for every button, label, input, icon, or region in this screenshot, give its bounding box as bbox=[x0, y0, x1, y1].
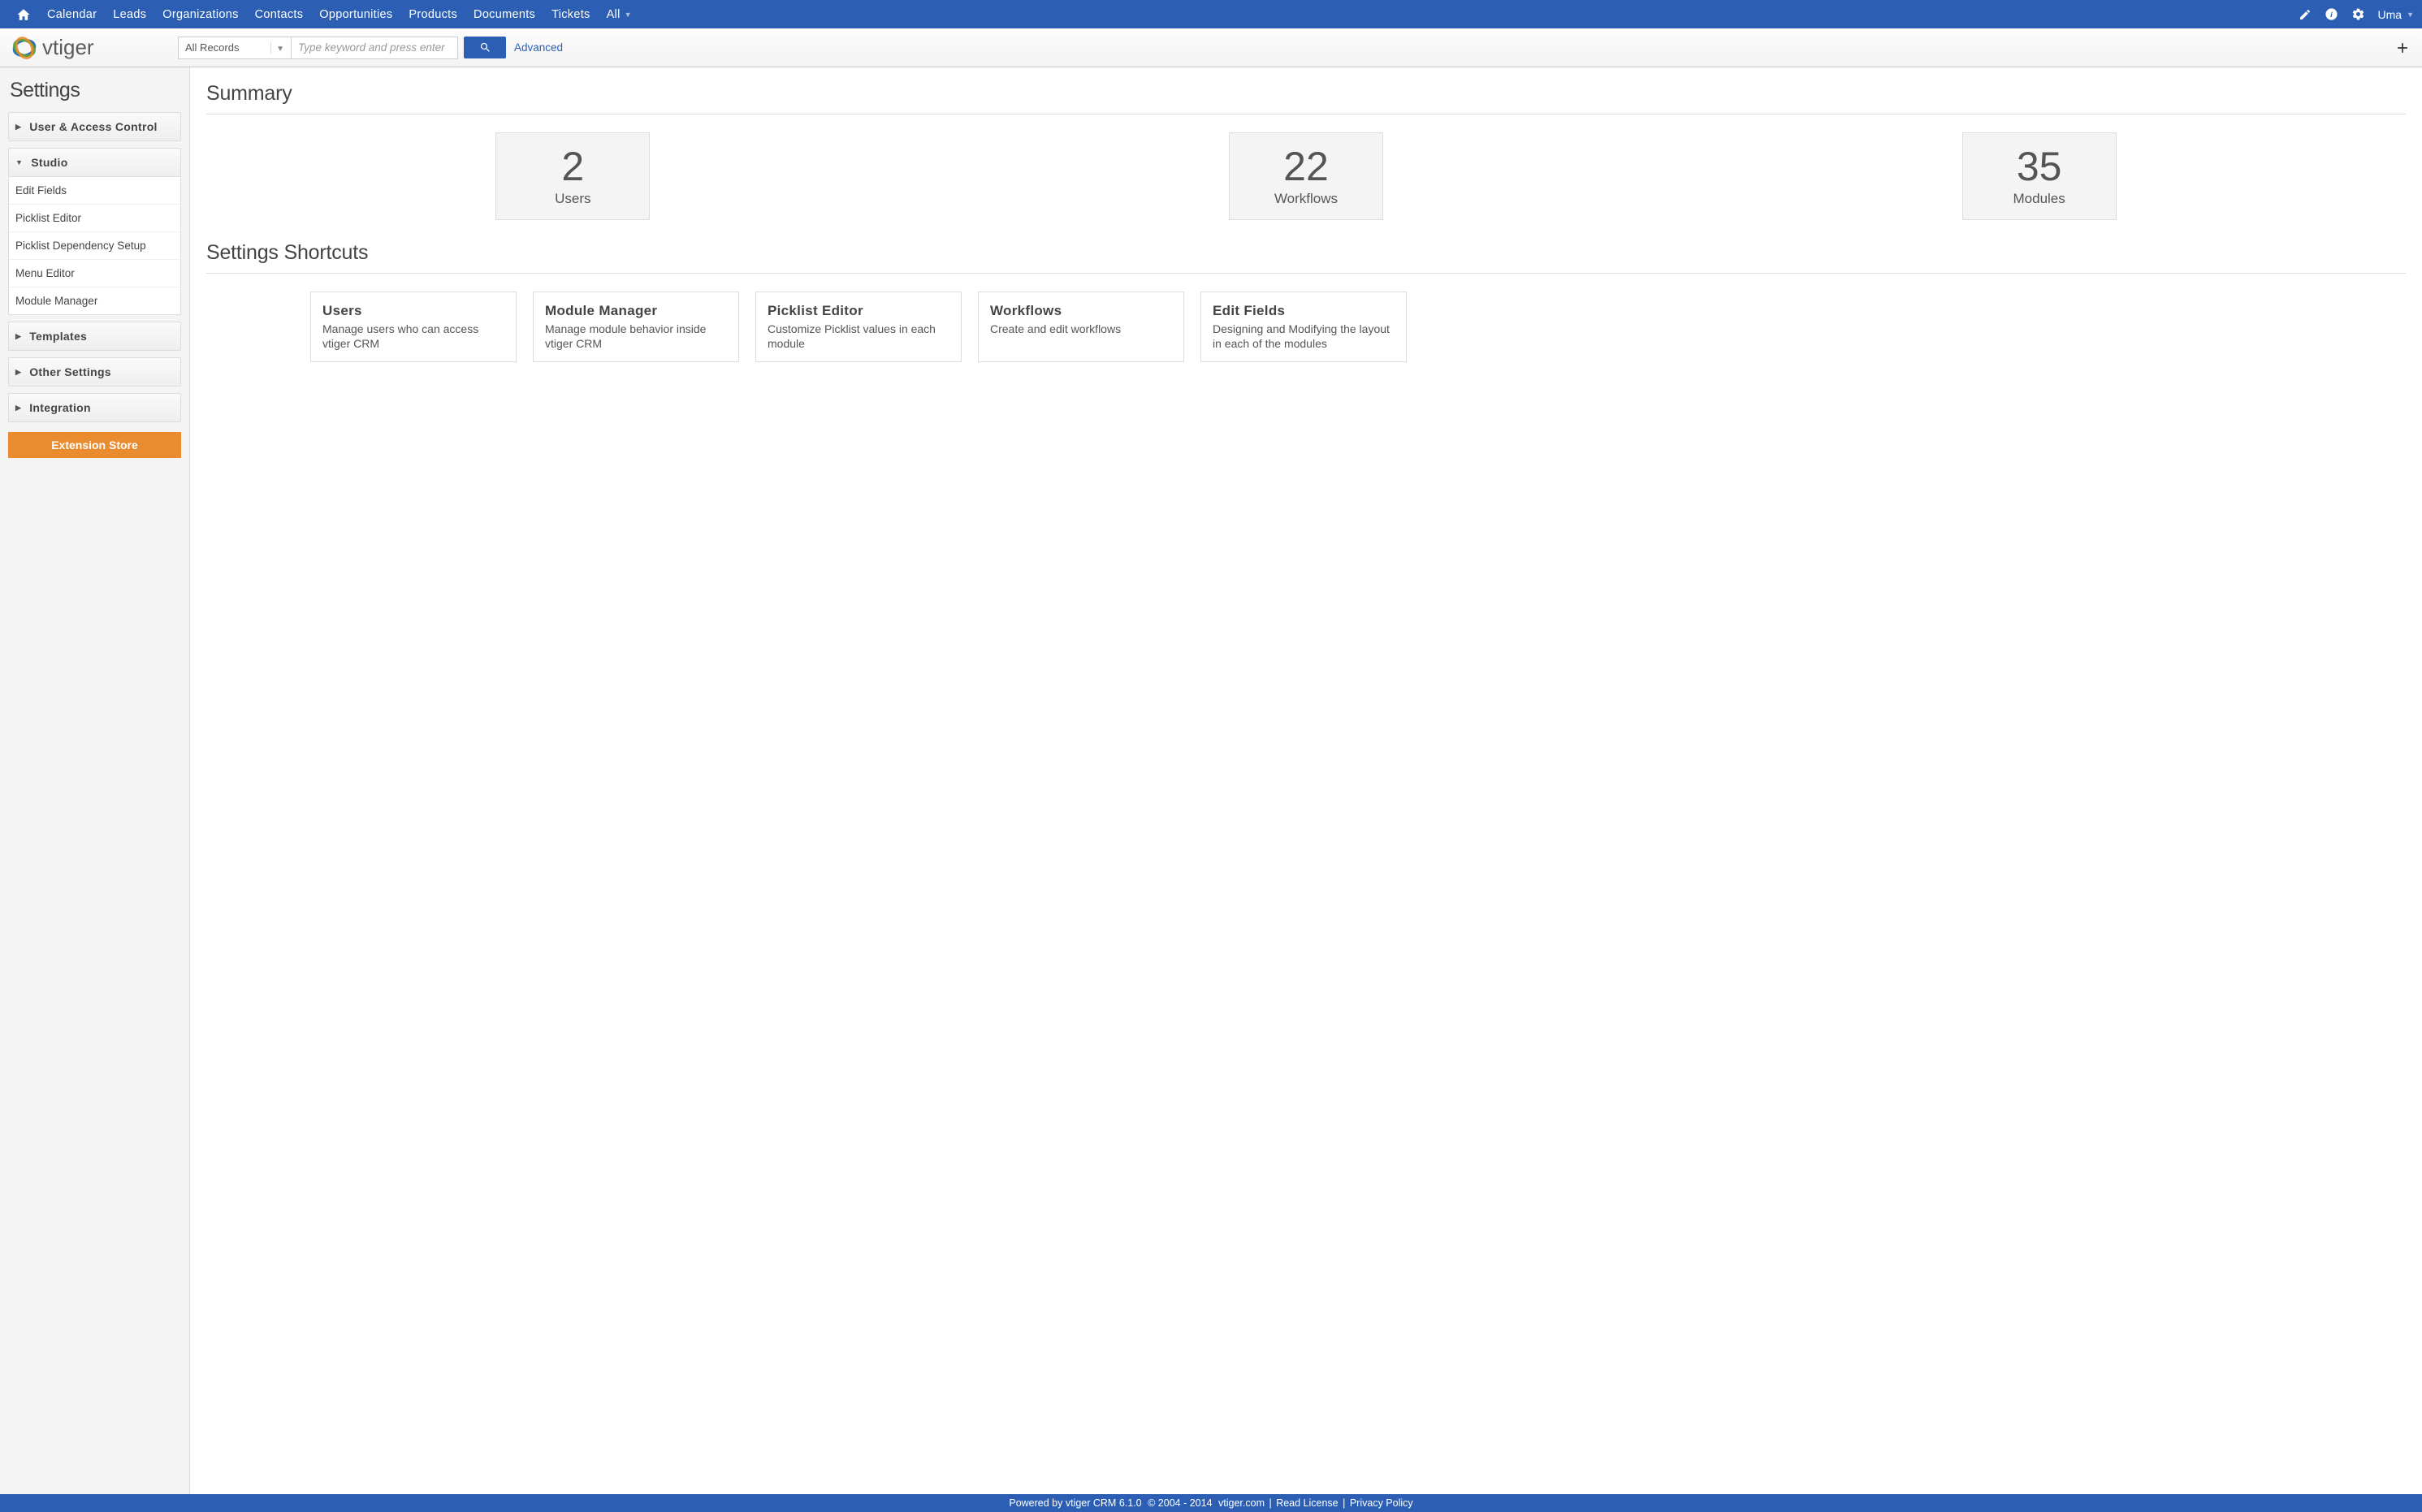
stat-value: 2 bbox=[561, 145, 584, 188]
nav-item-tickets[interactable]: Tickets bbox=[543, 8, 598, 21]
footer-site-link[interactable]: vtiger.com bbox=[1218, 1497, 1265, 1509]
gear-icon[interactable] bbox=[2351, 7, 2365, 21]
shortcuts-grid: Users Manage users who can access vtiger… bbox=[206, 292, 2406, 362]
shortcut-desc: Manage users who can access vtiger CRM bbox=[322, 322, 504, 351]
stat-label: Modules bbox=[2013, 191, 2065, 207]
summary-title: Summary bbox=[206, 82, 2406, 106]
footer-powered: Powered by vtiger CRM 6.1.0 bbox=[1009, 1497, 1141, 1509]
nav-item-opportunities[interactable]: Opportunities bbox=[311, 8, 400, 21]
sidebar-item-picklist-dependency[interactable]: Picklist Dependency Setup bbox=[9, 231, 180, 259]
search-input[interactable] bbox=[292, 37, 458, 59]
triangle-right-icon: ▶ bbox=[15, 368, 21, 377]
shortcut-card-edit-fields[interactable]: Edit Fields Designing and Modifying the … bbox=[1200, 292, 1407, 362]
sidebar-item-menu-editor[interactable]: Menu Editor bbox=[9, 259, 180, 287]
home-icon[interactable] bbox=[8, 7, 39, 22]
shortcut-desc: Customize Picklist values in each module bbox=[768, 322, 949, 351]
nav-item-calendar[interactable]: Calendar bbox=[39, 8, 105, 21]
main-layout: Settings ▶ User & Access Control ▼ Studi… bbox=[0, 67, 2422, 1494]
nav-item-all-label: All bbox=[607, 8, 621, 21]
sidebar-item-picklist-editor[interactable]: Picklist Editor bbox=[9, 204, 180, 231]
user-menu[interactable]: Uma ▼ bbox=[2378, 8, 2414, 21]
stat-card-users[interactable]: 2 Users bbox=[495, 132, 650, 220]
search-button[interactable] bbox=[464, 37, 506, 58]
footer: Powered by vtiger CRM 6.1.0 © 2004 - 201… bbox=[0, 1494, 2422, 1512]
shortcut-card-picklist-editor[interactable]: Picklist Editor Customize Picklist value… bbox=[755, 292, 962, 362]
search-scope-select[interactable]: All Records ▼ bbox=[178, 37, 292, 59]
sidebar-section-other[interactable]: ▶ Other Settings bbox=[8, 357, 181, 387]
svg-text:vtiger: vtiger bbox=[42, 35, 94, 59]
sidebar-section-label: Templates bbox=[29, 330, 87, 343]
sidebar-section-integration[interactable]: ▶ Integration bbox=[8, 393, 181, 422]
add-button[interactable] bbox=[2394, 40, 2411, 56]
plus-icon bbox=[2394, 40, 2411, 56]
shortcut-desc: Manage module behavior inside vtiger CRM bbox=[545, 322, 727, 351]
shortcut-title: Workflows bbox=[990, 303, 1172, 319]
user-name: Uma bbox=[2378, 8, 2403, 21]
stat-value: 22 bbox=[1283, 145, 1329, 188]
stat-label: Workflows bbox=[1274, 191, 1338, 207]
shortcut-title: Edit Fields bbox=[1213, 303, 1395, 319]
footer-license-link[interactable]: Read License bbox=[1276, 1497, 1338, 1509]
main-content: Summary 2 Users 22 Workflows 35 Modules … bbox=[190, 67, 2422, 1494]
sidebar-item-module-manager[interactable]: Module Manager bbox=[9, 287, 180, 314]
sidebar-section-label: Integration bbox=[29, 401, 91, 414]
shortcut-card-workflows[interactable]: Workflows Create and edit workflows bbox=[978, 292, 1184, 362]
top-nav-right: i Uma ▼ bbox=[2299, 7, 2414, 21]
divider bbox=[206, 273, 2406, 274]
sidebar-section-label: User & Access Control bbox=[29, 120, 158, 133]
info-icon[interactable]: i bbox=[2325, 7, 2338, 21]
nav-item-products[interactable]: Products bbox=[400, 8, 465, 21]
advanced-search-link[interactable]: Advanced bbox=[514, 41, 563, 54]
edit-icon[interactable] bbox=[2299, 8, 2312, 21]
sidebar-section-label: Other Settings bbox=[29, 365, 111, 378]
sidebar-section-user-access[interactable]: ▶ User & Access Control bbox=[8, 112, 181, 141]
stat-value: 35 bbox=[2017, 145, 2062, 188]
shortcut-title: Module Manager bbox=[545, 303, 727, 319]
shortcut-title: Users bbox=[322, 303, 504, 319]
shortcut-desc: Create and edit workflows bbox=[990, 322, 1172, 337]
triangle-down-icon: ▼ bbox=[15, 158, 23, 166]
caret-down-icon: ▼ bbox=[625, 11, 632, 19]
stat-card-modules[interactable]: 35 Modules bbox=[1962, 132, 2117, 220]
nav-item-contacts[interactable]: Contacts bbox=[247, 8, 312, 21]
stats-row: 2 Users 22 Workflows 35 Modules bbox=[206, 132, 2406, 220]
search-icon bbox=[479, 41, 491, 54]
nav-item-organizations[interactable]: Organizations bbox=[154, 8, 246, 21]
caret-down-icon: ▼ bbox=[2407, 11, 2414, 19]
stat-label: Users bbox=[555, 191, 590, 207]
logo[interactable]: vtiger bbox=[11, 35, 133, 61]
sidebar-section-templates[interactable]: ▶ Templates bbox=[8, 322, 181, 351]
shortcut-card-users[interactable]: Users Manage users who can access vtiger… bbox=[310, 292, 517, 362]
top-nav-left: Calendar Leads Organizations Contacts Op… bbox=[8, 7, 640, 22]
footer-copyright: © 2004 - 2014 bbox=[1148, 1497, 1212, 1509]
triangle-down-icon: ▼ bbox=[276, 45, 284, 54]
settings-sidebar: Settings ▶ User & Access Control ▼ Studi… bbox=[0, 67, 190, 1494]
nav-item-leads[interactable]: Leads bbox=[105, 8, 154, 21]
shortcut-title: Picklist Editor bbox=[768, 303, 949, 319]
sidebar-item-edit-fields[interactable]: Edit Fields bbox=[9, 177, 180, 204]
nav-item-all[interactable]: All ▼ bbox=[599, 8, 640, 21]
sub-nav: vtiger All Records ▼ Advanced bbox=[0, 28, 2422, 67]
svg-text:i: i bbox=[2330, 11, 2333, 19]
top-nav: Calendar Leads Organizations Contacts Op… bbox=[0, 0, 2422, 28]
sidebar-section-label: Studio bbox=[31, 156, 67, 169]
search-scope-label: All Records bbox=[185, 41, 239, 54]
nav-item-documents[interactable]: Documents bbox=[465, 8, 543, 21]
triangle-right-icon: ▶ bbox=[15, 404, 21, 413]
sidebar-studio-submenu: Edit Fields Picklist Editor Picklist Dep… bbox=[8, 177, 181, 315]
sidebar-title: Settings bbox=[10, 79, 179, 102]
search-group: All Records ▼ Advanced bbox=[178, 37, 563, 59]
triangle-right-icon: ▶ bbox=[15, 332, 21, 341]
extension-store-button[interactable]: Extension Store bbox=[8, 432, 181, 458]
triangle-right-icon: ▶ bbox=[15, 123, 21, 132]
shortcut-desc: Designing and Modifying the layout in ea… bbox=[1213, 322, 1395, 351]
stat-card-workflows[interactable]: 22 Workflows bbox=[1229, 132, 1383, 220]
shortcuts-title: Settings Shortcuts bbox=[206, 241, 2406, 265]
sidebar-section-studio[interactable]: ▼ Studio bbox=[8, 148, 181, 177]
shortcut-card-module-manager[interactable]: Module Manager Manage module behavior in… bbox=[533, 292, 739, 362]
footer-privacy-link[interactable]: Privacy Policy bbox=[1350, 1497, 1413, 1509]
